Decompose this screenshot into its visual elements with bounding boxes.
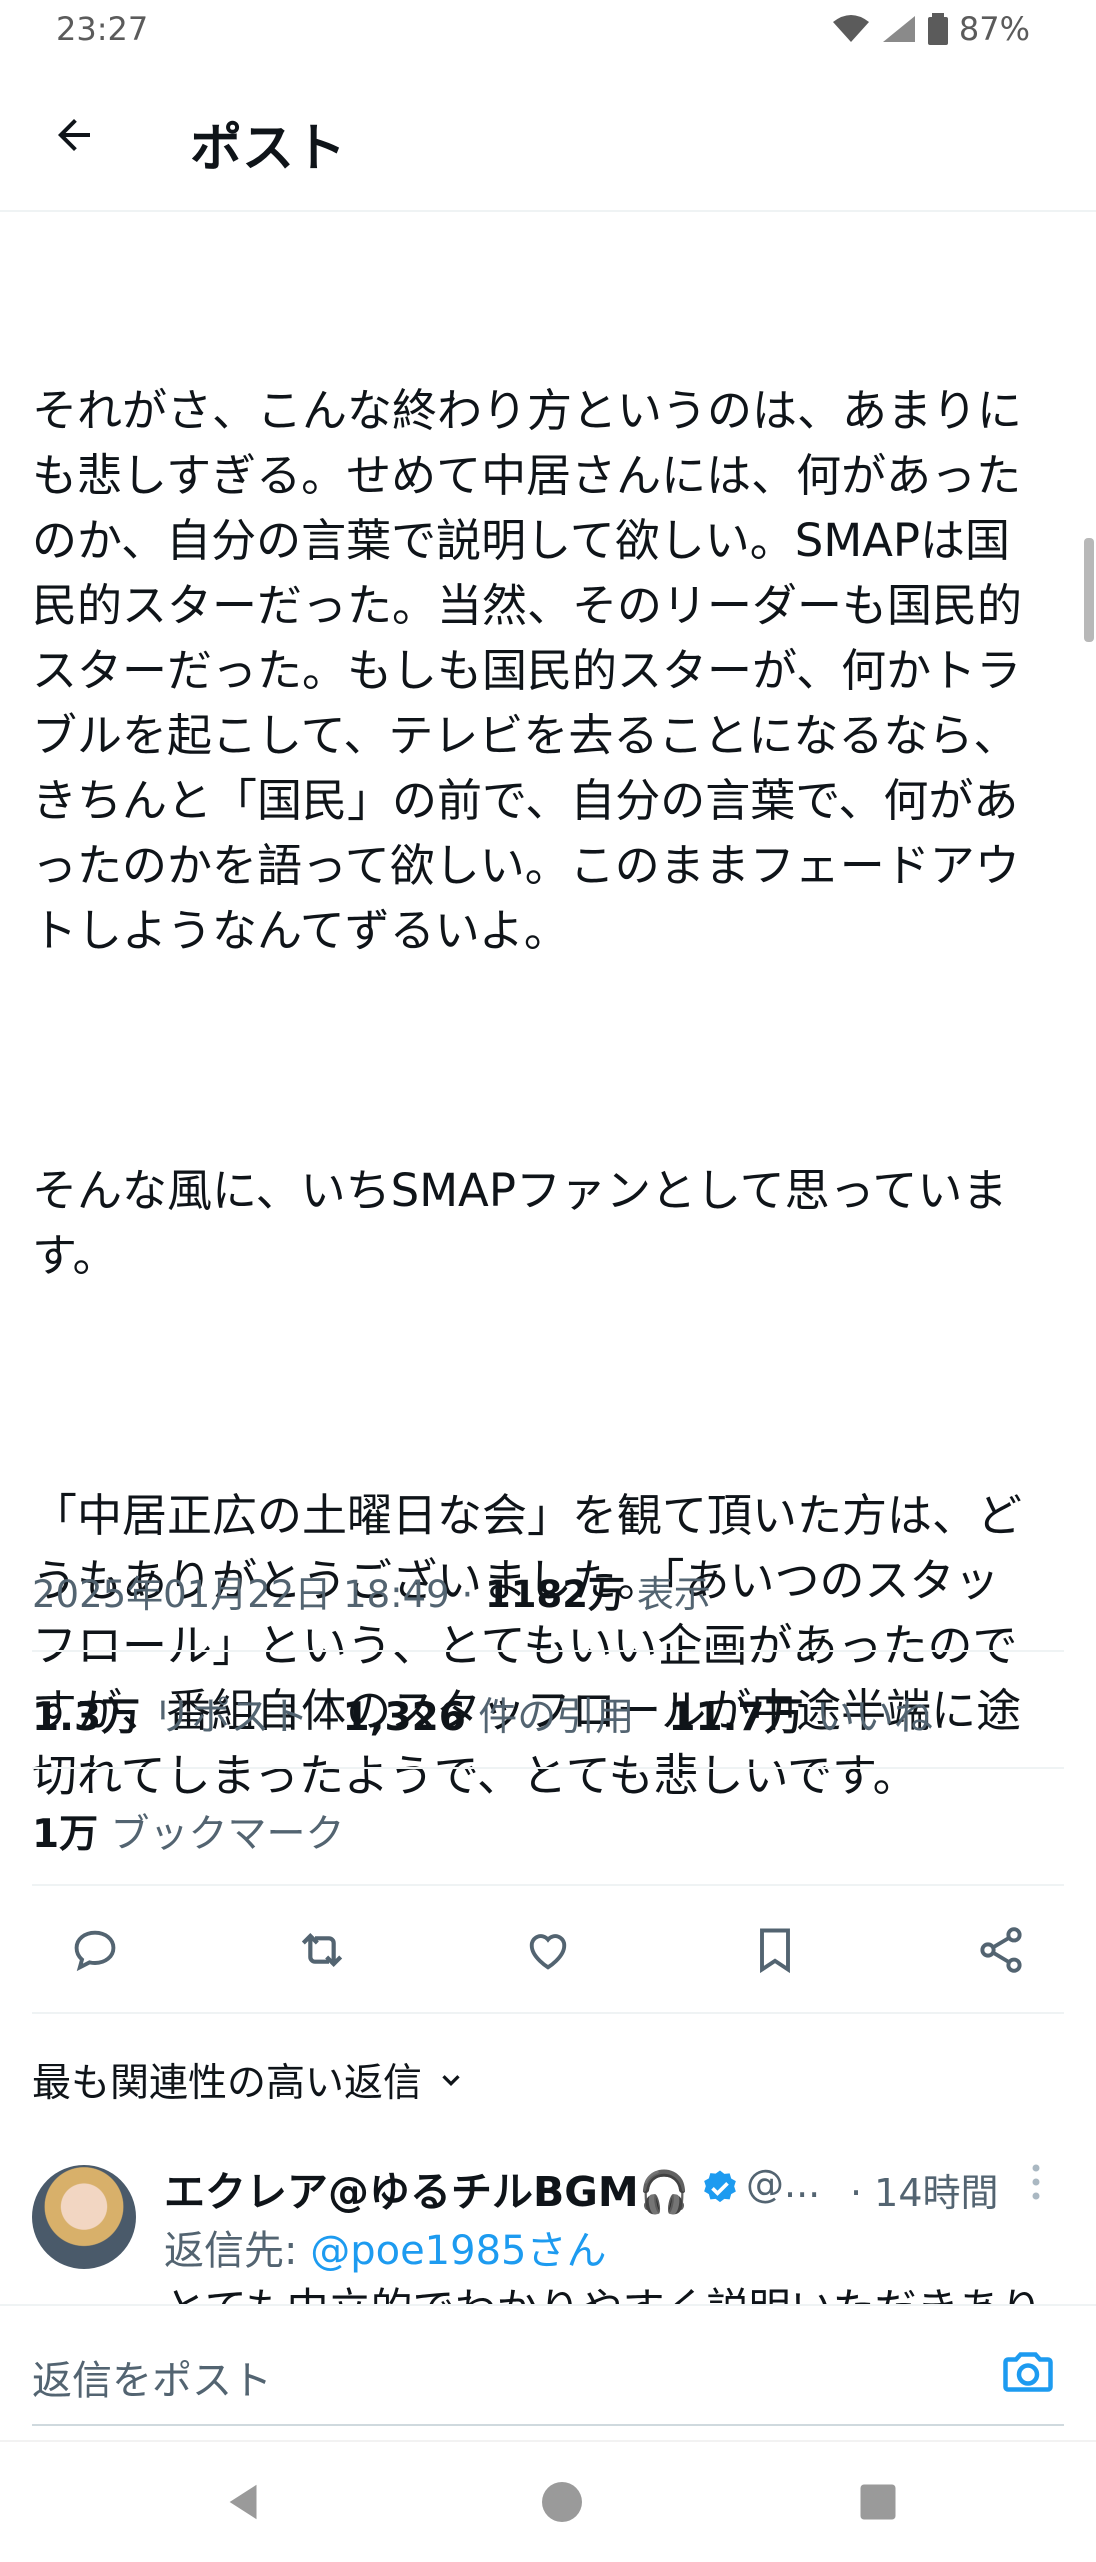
- divider: [32, 1767, 1064, 1769]
- divider: [32, 1650, 1064, 1652]
- divider: [32, 1884, 1064, 1886]
- reposts-label: リポスト: [152, 1695, 309, 1740]
- replies-sort-label: 最も関連性の高い返信: [32, 2061, 423, 2106]
- like-button[interactable]: [513, 1915, 583, 1985]
- quotes-stat[interactable]: 1,326 件の引用: [343, 1686, 635, 1742]
- reposts-stat[interactable]: 1.3万 リポスト: [32, 1686, 309, 1742]
- reply-to: 返信先: @poe1985さん: [164, 2218, 606, 2276]
- quotes-count: 1,326: [342, 1695, 466, 1740]
- reply-time: · 14時間: [850, 2171, 999, 2215]
- post-paragraph: 「中居正広の土曜日な会」を観て頂いた方は、どうもありがとうございました。「あいつ…: [32, 1489, 1023, 1802]
- wifi-icon: [832, 15, 869, 42]
- battery-percent: 87%: [958, 10, 1030, 48]
- replies-sort-dropdown[interactable]: 最も関連性の高い返信: [32, 2052, 466, 2108]
- quotes-label: 件の引用: [478, 1695, 635, 1740]
- reply-text: とても中立的でわかりやすく説明いただきあり: [164, 2275, 1064, 2305]
- reply-icon: [74, 1930, 116, 1972]
- reply-to-user[interactable]: @poe1985さん: [310, 2228, 606, 2274]
- post-paragraph: そんな風に、いちSMAPファンとして思っています。: [32, 1164, 1008, 1282]
- status-bar: 23:27 87%: [0, 0, 1096, 60]
- avatar[interactable]: [32, 2165, 136, 2269]
- signal-icon: [882, 16, 915, 42]
- likes-stat[interactable]: 11.7万 いいね: [668, 1686, 933, 1742]
- bookmarks-label: ブックマーク: [110, 1812, 345, 1857]
- top-bar: ポスト: [0, 60, 1096, 212]
- square-recents-icon: [860, 2484, 896, 2520]
- nav-home-button[interactable]: [532, 2472, 592, 2532]
- bookmark-button[interactable]: [740, 1915, 810, 1985]
- system-nav-bar: [0, 2440, 1096, 2562]
- reply-button[interactable]: [60, 1915, 130, 1985]
- post-timestamp[interactable]: 2025年01月22日 18:49: [32, 1573, 450, 1616]
- repost-button[interactable]: [287, 1915, 357, 1985]
- reply-composer: 返信をポスト: [0, 2304, 1096, 2440]
- heart-icon: [529, 1934, 567, 1970]
- more-options-button[interactable]: [1030, 2162, 1042, 2211]
- bookmarks-count: 1万: [32, 1812, 99, 1857]
- status-icons: 87%: [831, 10, 1030, 48]
- page-title: ポスト: [190, 119, 347, 179]
- triangle-back-icon: [229, 2484, 257, 2520]
- reply-author-name: エクレア@ゆるチルBGM🎧: [164, 2168, 690, 2216]
- share-icon: [980, 1927, 1022, 1973]
- likes-label: いいね: [815, 1695, 933, 1740]
- action-bar: [60, 1915, 1036, 1985]
- reply-input[interactable]: 返信をポスト: [32, 2348, 272, 2406]
- repost-icon: [301, 1933, 342, 1967]
- reply-handle: @...: [746, 2162, 821, 2206]
- verified-badge-icon: [703, 2170, 736, 2203]
- arrow-left-icon: [58, 119, 90, 151]
- composer-underline: [32, 2424, 1064, 2426]
- share-button[interactable]: [966, 1915, 1036, 1985]
- post-meta: 2025年01月22日 18:49 · 1182万 表示: [32, 1573, 711, 1616]
- nav-recents-button[interactable]: [848, 2472, 908, 2532]
- chevron-down-icon: [442, 2075, 460, 2087]
- camera-icon: [1003, 2352, 1053, 2392]
- reply-author[interactable]: エクレア@ゆるチルBGM🎧: [164, 2158, 740, 2218]
- nav-back-button[interactable]: [215, 2472, 275, 2532]
- circle-home-icon: [542, 2482, 582, 2522]
- scrollbar-thumb[interactable]: [1084, 538, 1094, 642]
- more-vertical-icon: [1032, 2164, 1040, 2200]
- back-button[interactable]: [44, 105, 104, 165]
- bookmark-icon: [759, 1928, 790, 1974]
- divider: [32, 2012, 1064, 2014]
- views-count: 1182万: [485, 1573, 625, 1616]
- status-time: 23:27: [56, 10, 149, 48]
- bookmarks-stat[interactable]: 1万 ブックマーク: [32, 1803, 345, 1859]
- post-paragraph: それがさ、こんな終わり方というのは、あまりにも悲しすぎる。せめて中居さんには、何…: [32, 384, 1023, 957]
- engagement-stats: 1.3万 リポスト 1,326 件の引用 11.7万 いいね: [32, 1686, 933, 1742]
- views-label: 表示: [636, 1573, 711, 1616]
- reposts-count: 1.3万: [32, 1695, 141, 1740]
- reply-to-label: 返信先:: [164, 2228, 311, 2274]
- likes-count: 11.7万: [668, 1695, 804, 1740]
- post-text: それがさ、こんな終わり方というのは、あまりにも悲しすぎる。せめて中居さんには、何…: [32, 248, 1042, 1873]
- battery-icon: [927, 13, 948, 45]
- camera-button[interactable]: [998, 2342, 1058, 2402]
